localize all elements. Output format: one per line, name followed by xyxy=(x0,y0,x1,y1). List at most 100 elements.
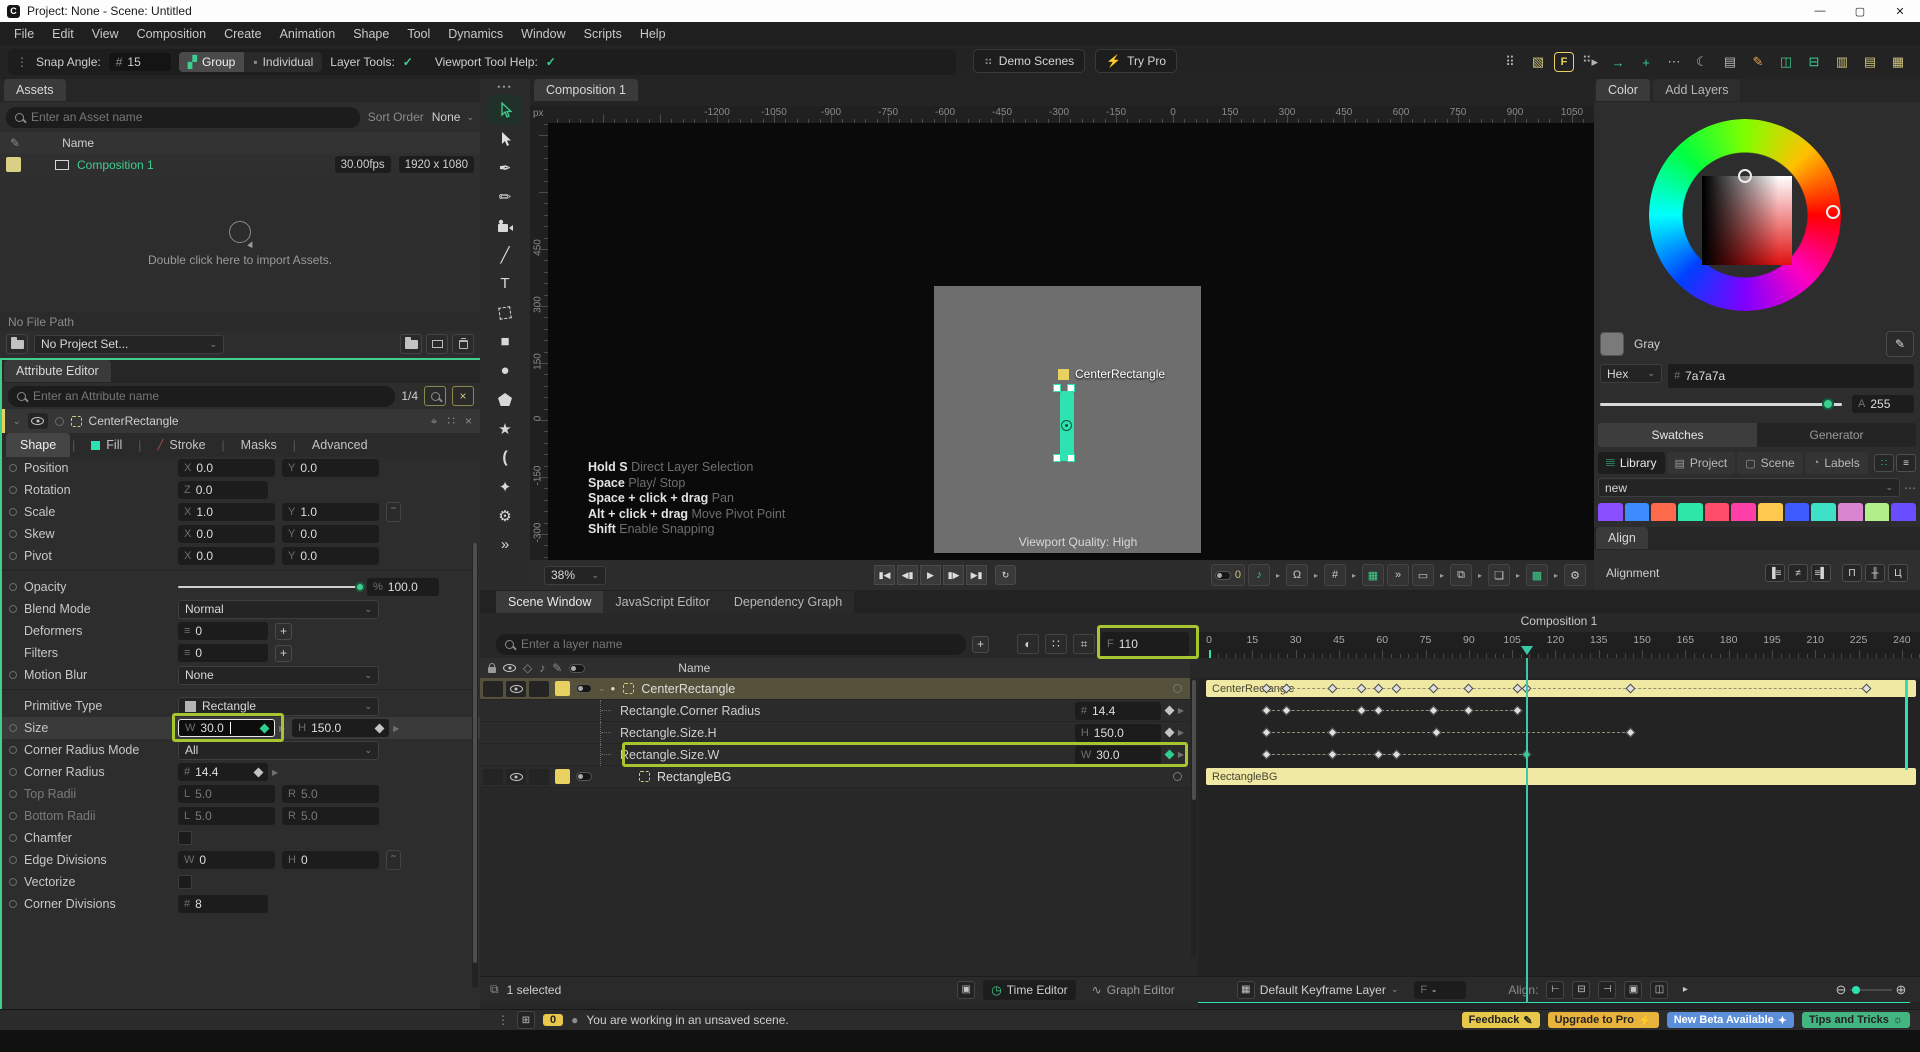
ruler-icon[interactable]: ▤ xyxy=(1718,50,1742,74)
keyframe-diamond-icon[interactable] xyxy=(254,767,264,777)
dots-grid-icon[interactable]: ⠿ xyxy=(1498,50,1522,74)
attr-checkbox[interactable] xyxy=(178,831,192,845)
next-keyframe-icon[interactable]: ▶ xyxy=(393,724,399,733)
library-tab-scene[interactable]: ▢Scene xyxy=(1737,452,1802,474)
value-field[interactable]: H0 xyxy=(282,851,379,869)
add-layer-button[interactable]: + xyxy=(972,636,989,653)
audio-toggle-icon[interactable]: ♪ xyxy=(1248,564,1270,586)
color-swatch-3[interactable] xyxy=(1678,503,1703,521)
close-panel-icon[interactable]: × xyxy=(465,414,472,428)
sparkle-tool[interactable]: ✦ xyxy=(488,472,522,501)
message-count-badge[interactable]: 0 xyxy=(543,1014,563,1026)
timeline-tab-javascript-editor[interactable]: JavaScript Editor xyxy=(603,591,721,613)
keyframe-diamond[interactable] xyxy=(1357,706,1367,716)
swatches-tab[interactable]: Swatches xyxy=(1598,423,1757,447)
keyframe-diamond-icon[interactable] xyxy=(260,723,270,733)
value-field[interactable]: #14.4 xyxy=(1075,702,1161,720)
picker-column-icon[interactable]: ✎ xyxy=(552,661,562,675)
grid-toggle-icon[interactable]: # xyxy=(1324,564,1346,586)
attr-tab-stroke[interactable]: ╱Stroke xyxy=(143,433,219,457)
attr-dropdown[interactable]: All⌄ xyxy=(178,741,379,760)
keyframe-dot[interactable] xyxy=(9,856,17,864)
next-keyframe-icon[interactable]: ▶ xyxy=(1178,706,1184,715)
previous-frame-button[interactable]: ◀▮ xyxy=(897,565,918,585)
expand-arrow-icon[interactable]: ▸ xyxy=(1273,571,1283,580)
maximize-button[interactable]: ▢ xyxy=(1840,0,1880,22)
attribute-editor-tab[interactable]: Attribute Editor xyxy=(4,360,111,382)
snap-keys-button[interactable]: ▣ xyxy=(1624,981,1642,999)
alpha-slider[interactable] xyxy=(1600,403,1842,406)
asset-color-swatch[interactable] xyxy=(6,157,21,172)
arc-tool[interactable]: ( xyxy=(488,443,522,472)
package-icon[interactable]: ▧ xyxy=(1526,50,1550,74)
layer-list-scrollbar[interactable] xyxy=(1191,678,1197,958)
menu-tool[interactable]: Tool xyxy=(399,24,438,44)
timeline-tab-scene-window[interactable]: Scene Window xyxy=(496,591,603,613)
individual-mode-button[interactable]: ▪Individual xyxy=(244,52,322,72)
stack-toggle-icon[interactable]: ⧉ xyxy=(1450,564,1472,586)
layer-name[interactable]: CenterRectangle xyxy=(89,414,179,428)
align-left-edge-icon[interactable]: ◫ xyxy=(1774,50,1798,74)
lock-cell[interactable] xyxy=(483,681,503,697)
layer-row-rectangle-size-w[interactable]: Rectangle.Size.WW30.0▶ xyxy=(480,744,1190,766)
keyframe-diamond-icon[interactable] xyxy=(375,723,385,733)
keyframe-diamond[interactable] xyxy=(1374,750,1384,760)
attr-tab-shape[interactable]: Shape xyxy=(6,433,70,457)
color-swatch-1[interactable] xyxy=(1625,503,1650,521)
color-swatch-8[interactable] xyxy=(1811,503,1836,521)
dock-icon[interactable]: ▣ xyxy=(957,981,975,999)
playhead-line[interactable] xyxy=(1526,658,1528,1003)
visibility-toggle[interactable] xyxy=(28,413,48,429)
expand-chevron-icon[interactable]: ⌄ xyxy=(598,683,606,694)
camera-tool[interactable] xyxy=(488,211,522,240)
expand-arrow-icon[interactable]: ▸ xyxy=(1551,571,1561,580)
keyframe-diamond[interactable] xyxy=(1261,706,1271,716)
layer-color-swatch[interactable] xyxy=(555,681,570,696)
slider-knob[interactable] xyxy=(355,582,365,592)
asset-name[interactable]: Composition 1 xyxy=(77,158,154,172)
expand-tools[interactable]: » xyxy=(488,530,522,559)
upgrade-to-pro-button[interactable]: Upgrade to Pro⚡ xyxy=(1548,1012,1659,1028)
value-field[interactable]: ≡0 xyxy=(178,622,268,640)
layout-toggle-icon[interactable]: ▦ xyxy=(1362,564,1384,586)
next-keyframe-icon[interactable]: ▶ xyxy=(279,724,285,733)
menu-view[interactable]: View xyxy=(84,24,127,44)
snap-options-icon[interactable]: ⠛▸ xyxy=(1578,50,1602,74)
try-pro-button[interactable]: ⚡Try Pro xyxy=(1095,49,1177,73)
keyframe-diamond[interactable] xyxy=(1391,750,1401,760)
keyframe-diamond[interactable] xyxy=(1512,706,1522,716)
link-xy-toggle[interactable]: ˆˇ xyxy=(386,850,401,870)
anim-dot-icon[interactable]: ● xyxy=(611,684,616,693)
keyframe-dot[interactable] xyxy=(9,812,17,820)
loop-button[interactable]: ↻ xyxy=(995,565,1016,585)
menu-edit[interactable]: Edit xyxy=(44,24,82,44)
color-swatch-2[interactable] xyxy=(1651,503,1676,521)
align-left-button[interactable]: ▐≡ xyxy=(1765,564,1785,582)
isolate-search-button[interactable] xyxy=(424,386,446,406)
keyframe-dot[interactable] xyxy=(9,900,17,908)
layer-color-swatch[interactable] xyxy=(555,769,570,784)
keyframe-dot[interactable] xyxy=(9,834,17,842)
audio-column-icon[interactable]: ♪ xyxy=(539,661,545,675)
eyedropper-button[interactable]: ✎ xyxy=(1886,331,1914,357)
expand-arrow-icon[interactable]: ▸ xyxy=(1349,571,1359,580)
layer-tools-checkbox[interactable]: ✓ xyxy=(403,55,413,69)
select-tool[interactable] xyxy=(488,95,522,124)
track-row-4[interactable]: RectangleBG xyxy=(1198,766,1920,788)
keyframe-diamond-icon[interactable] xyxy=(1164,728,1174,738)
attribute-name[interactable]: Rectangle.Size.W xyxy=(620,748,719,762)
work-area-end-marker[interactable] xyxy=(1905,680,1908,770)
composition-tab[interactable]: Composition 1 xyxy=(534,79,638,101)
keyframe-layer-dropdown[interactable]: ▦Default Keyframe Layer⌄ xyxy=(1229,980,1407,1000)
render-cell[interactable] xyxy=(529,769,549,785)
color-swatch-7[interactable] xyxy=(1785,503,1810,521)
onion-skin-toggle[interactable]: 0 xyxy=(1211,564,1245,586)
align-right-edge-icon[interactable]: ⊟ xyxy=(1802,50,1826,74)
tips-and-tricks-button[interactable]: Tips and Tricks☼ xyxy=(1802,1012,1910,1028)
value-field[interactable]: W30.0 xyxy=(178,719,275,737)
viewport-tool-help-checkbox[interactable]: ✓ xyxy=(546,55,556,69)
keyframe-diamond[interactable] xyxy=(1328,728,1338,738)
value-field[interactable]: Y0.0 xyxy=(282,459,379,477)
menu-composition[interactable]: Composition xyxy=(129,24,214,44)
keyframe-diamond[interactable] xyxy=(1374,706,1384,716)
